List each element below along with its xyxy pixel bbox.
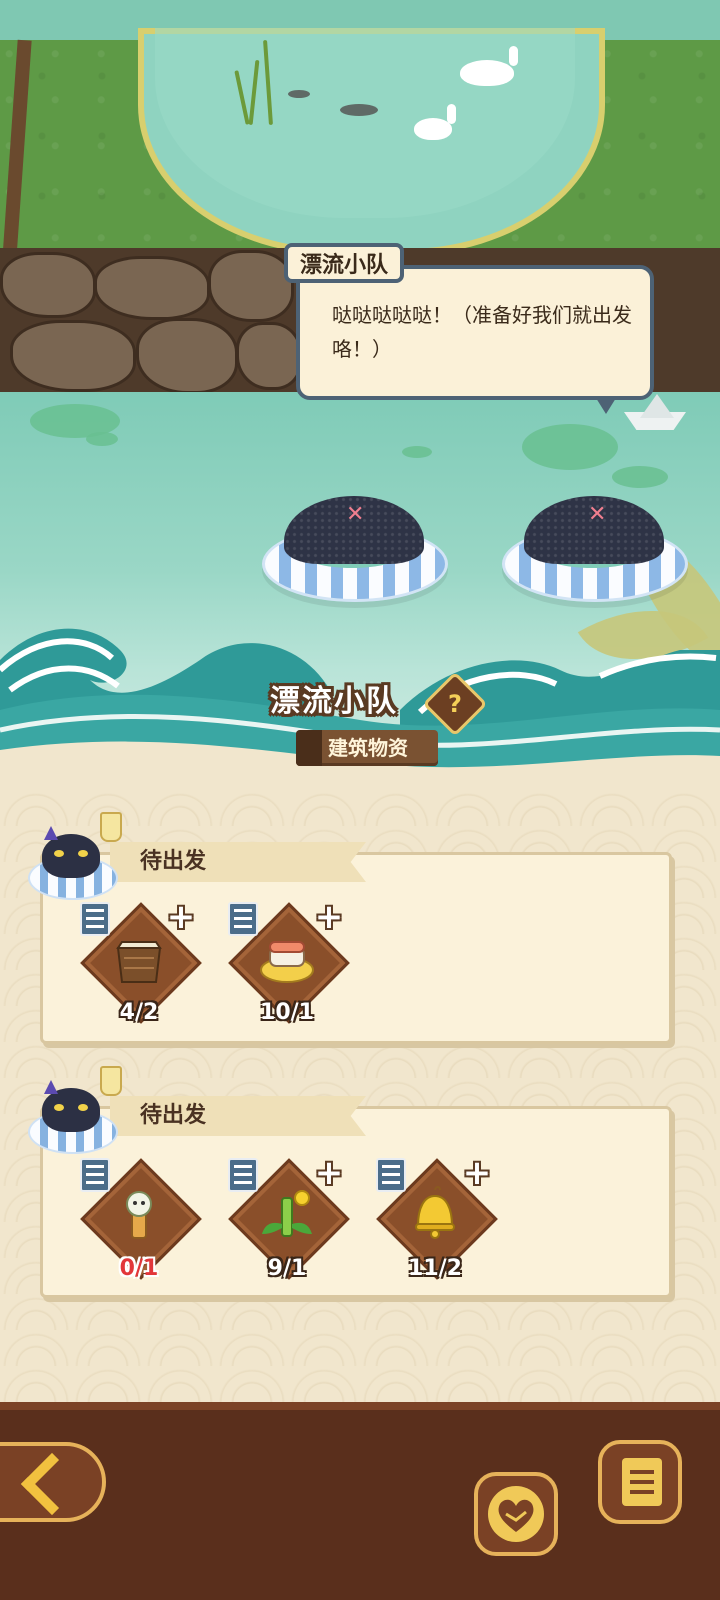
- book-icon: [296, 730, 322, 766]
- stone: [208, 250, 294, 322]
- avatar-horn-icon: [44, 1080, 58, 1094]
- creature-bandage-icon: ✕: [588, 502, 607, 527]
- question-icon[interactable]: ?: [432, 681, 478, 727]
- avatar-horn-icon: [44, 826, 58, 840]
- item-count: 9/1: [267, 1256, 307, 1281]
- item-count: 10/1: [260, 1000, 314, 1025]
- material-slot[interactable]: + 11/2: [376, 1156, 498, 1288]
- item-info-icon[interactable]: [228, 902, 258, 936]
- team-avatar-2[interactable]: [28, 1066, 122, 1154]
- pond-rock: [288, 90, 310, 98]
- rice-sack-icon: [116, 941, 162, 983]
- stone: [94, 256, 210, 320]
- group-status-2: 待出发: [110, 1096, 366, 1136]
- avatar-eye: [78, 850, 88, 857]
- item-count: 0/1: [119, 1256, 159, 1281]
- drink-cup-icon: [100, 1066, 122, 1096]
- avatar-eye: [54, 850, 64, 857]
- creature-bandage-icon: ✕: [346, 502, 365, 527]
- item-count: 11/2: [408, 1256, 462, 1281]
- material-slot[interactable]: 0/1: [80, 1158, 202, 1288]
- add-item-icon[interactable]: +: [312, 1156, 346, 1192]
- add-item-icon[interactable]: +: [312, 900, 346, 936]
- item-info-icon[interactable]: [376, 1158, 406, 1192]
- lily-pad: [86, 432, 118, 446]
- scroll-log-icon: [622, 1458, 662, 1506]
- group-status-1: 待出发: [110, 842, 366, 882]
- material-slot[interactable]: + 9/1: [228, 1156, 350, 1288]
- log-button[interactable]: [598, 1440, 682, 1524]
- stone: [10, 320, 136, 392]
- team-avatar-1[interactable]: [28, 812, 122, 900]
- building-materials-label: 建筑物资: [328, 736, 408, 760]
- team-title-wrap: 漂流小队: [0, 676, 720, 720]
- avatar-cat-head: [42, 834, 100, 878]
- bamboo-flower-icon: [262, 1190, 312, 1237]
- golden-bell-icon: [415, 1186, 455, 1239]
- avatar-eye: [54, 1104, 64, 1111]
- cat-popsicle-icon: [126, 1191, 152, 1239]
- speech-bubble-tail: [596, 398, 616, 414]
- goose: [460, 46, 518, 86]
- speech-text: 哒哒哒哒哒！（准备好我们就出发咯！）: [332, 303, 632, 361]
- material-slot[interactable]: + 4/2: [80, 900, 202, 1032]
- lily-pad: [522, 424, 618, 470]
- stone: [136, 318, 238, 394]
- team-title: 漂流小队: [270, 684, 398, 719]
- lily-pad: [612, 466, 668, 488]
- stone: [0, 252, 96, 318]
- item-info-icon[interactable]: [80, 1158, 110, 1192]
- add-item-icon[interactable]: +: [164, 900, 198, 936]
- goose: [414, 104, 456, 140]
- drink-cup-icon: [100, 812, 122, 842]
- item-count: 4/2: [119, 1000, 159, 1025]
- handshake-heart-icon: [488, 1486, 544, 1542]
- stone: [236, 322, 302, 390]
- add-item-icon[interactable]: +: [460, 1156, 494, 1192]
- item-info-icon[interactable]: [228, 1158, 258, 1192]
- sushi-plate-icon: [260, 941, 314, 983]
- item-info-icon[interactable]: [80, 902, 110, 936]
- material-slot[interactable]: + 10/1: [228, 900, 350, 1032]
- lily-pad: [402, 446, 432, 458]
- friends-button[interactable]: [474, 1472, 558, 1556]
- speaker-name: 漂流小队: [284, 243, 405, 283]
- avatar-eye: [78, 1104, 88, 1111]
- avatar-cat-head: [42, 1088, 100, 1132]
- pond-rock: [340, 104, 378, 116]
